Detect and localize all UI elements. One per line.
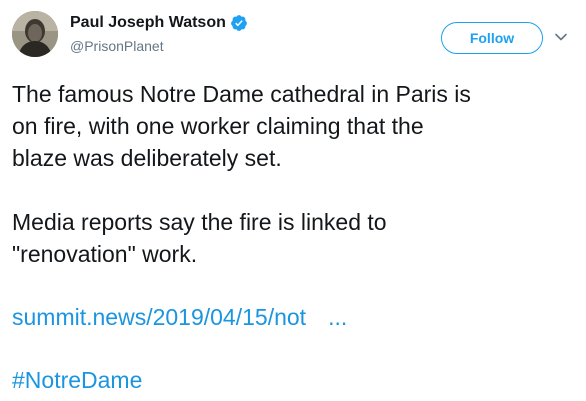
tweet-text-line: Media reports say the fire is linked to bbox=[12, 209, 387, 235]
tweet-text-line: "renovation" work. bbox=[12, 241, 198, 267]
avatar-image bbox=[12, 11, 58, 57]
hashtag-row: #NotreDame bbox=[12, 364, 142, 396]
tweet-card: Paul Joseph Watson @PrisonPlanet Follow … bbox=[0, 0, 586, 401]
author-name[interactable]: Paul Joseph Watson bbox=[70, 14, 248, 32]
tweet-text-line: blaze was deliberately set. bbox=[12, 145, 282, 171]
avatar[interactable] bbox=[12, 11, 58, 57]
tweet-text-line: The famous Notre Dame cathedral in Paris… bbox=[12, 81, 471, 107]
tweet-text: The famous Notre Dame cathedral in Paris… bbox=[12, 78, 577, 270]
follow-button[interactable]: Follow bbox=[441, 22, 543, 54]
link-ellipsis: ... bbox=[328, 304, 348, 330]
author-handle[interactable]: @PrisonPlanet bbox=[70, 38, 164, 54]
tweet-link[interactable]: summit.news/2019/04/15/not bbox=[12, 304, 306, 330]
chevron-down-icon[interactable] bbox=[553, 29, 569, 45]
verified-badge-icon bbox=[230, 14, 248, 32]
hashtag-link[interactable]: #NotreDame bbox=[12, 367, 142, 393]
author-name-text: Paul Joseph Watson bbox=[70, 14, 226, 31]
tweet-link-row: summit.news/2019/04/15/not... bbox=[12, 301, 347, 333]
tweet-text-line: on fire, with one worker claiming that t… bbox=[12, 113, 424, 139]
